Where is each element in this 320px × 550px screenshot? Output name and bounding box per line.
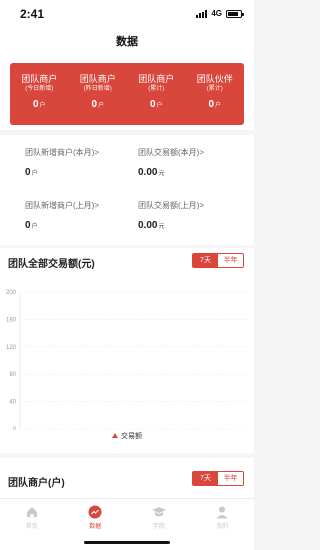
summary-value-wrap: 0户 bbox=[127, 99, 186, 110]
summary-sub: (累计) bbox=[148, 86, 165, 92]
transaction-section-title: 团队全部交易额(元) bbox=[8, 259, 95, 270]
summary-partners-total: 团队伙伴 (累计) 0户 bbox=[186, 63, 245, 125]
stat-value: 0.00 bbox=[138, 220, 158, 231]
summary-value: 0 bbox=[91, 99, 98, 110]
summary-value-wrap: 0户 bbox=[10, 99, 69, 110]
stat-month-transactions[interactable]: 团队交易额(本月)> 0.00元 bbox=[138, 147, 248, 178]
summary-sub: (累计) bbox=[206, 86, 223, 92]
stat-value: 0.00 bbox=[138, 167, 158, 178]
stat-month-new-merchants[interactable]: 团队新增商户(本月)> 0户 bbox=[25, 147, 135, 178]
stat-label: 团队交易额(上月)> bbox=[138, 201, 204, 210]
chart-legend: 交易额 bbox=[0, 431, 254, 441]
summary-sub: (昨日新增) bbox=[83, 86, 112, 92]
y-tick-label: 0 bbox=[13, 427, 17, 430]
tab-label: 学院 bbox=[152, 524, 165, 530]
status-bar: 2:41 4G bbox=[0, 0, 254, 30]
bottom-tab-bar: 首页 数据 学院 我的 bbox=[0, 498, 254, 550]
y-tick-label: 120 bbox=[6, 345, 17, 351]
stat-value: 0 bbox=[25, 167, 31, 178]
summary-panel: 团队商户 (今日新增) 0户 团队商户 (昨日新增) 0户 团队商户 (累计) … bbox=[0, 55, 254, 130]
tab-label: 首页 bbox=[25, 524, 38, 530]
y-tick-label: 160 bbox=[6, 317, 17, 323]
transaction-chart-section: 团队全部交易额(元) 7天 半年 0 40 80 120 160 200 交易额 bbox=[0, 248, 254, 453]
stat-last-month-new-merchants[interactable]: 团队新增商户(上月)> 0户 bbox=[25, 200, 135, 231]
toggle-7days[interactable]: 7天 bbox=[193, 472, 218, 485]
home-indicator bbox=[84, 541, 170, 544]
home-icon bbox=[0, 505, 64, 519]
stat-value-wrap: 0.00元 bbox=[138, 220, 248, 231]
merchant-section-title: 团队商户(户) bbox=[8, 478, 65, 489]
tab-home[interactable]: 首页 bbox=[0, 499, 64, 550]
merchant-period-toggle: 7天 半年 bbox=[192, 471, 244, 486]
legend-series-label: 交易额 bbox=[121, 433, 142, 440]
stat-value-wrap: 0户 bbox=[25, 167, 135, 178]
summary-merchants-total: 团队商户 (累计) 0户 bbox=[127, 63, 186, 125]
stat-label: 团队新增商户(上月)> bbox=[25, 201, 99, 210]
summary-unit: 户 bbox=[98, 103, 105, 109]
y-tick-label: 40 bbox=[9, 400, 16, 406]
summary-card: 团队商户 (今日新增) 0户 团队商户 (昨日新增) 0户 团队商户 (累计) … bbox=[10, 63, 244, 125]
transaction-chart: 0 40 80 120 160 200 bbox=[6, 290, 246, 430]
summary-today-new: 团队商户 (今日新增) 0户 bbox=[10, 63, 69, 125]
status-indicators: 4G bbox=[196, 9, 244, 18]
summary-unit: 户 bbox=[215, 103, 222, 109]
user-icon bbox=[191, 505, 255, 519]
stat-unit: 元 bbox=[158, 224, 165, 230]
status-time: 2:41 bbox=[20, 7, 45, 21]
tab-label: 我的 bbox=[216, 524, 229, 530]
page-title: 数据 bbox=[116, 36, 138, 48]
summary-unit: 户 bbox=[156, 103, 163, 109]
summary-value: 0 bbox=[208, 99, 215, 110]
stat-last-month-transactions[interactable]: 团队交易额(上月)> 0.00元 bbox=[138, 200, 248, 231]
stats-panel: 团队新增商户(本月)> 0户 团队交易额(本月)> 0.00元 团队新增商户(上… bbox=[0, 135, 254, 245]
legend-triangle-icon bbox=[112, 433, 118, 438]
summary-yesterday-new: 团队商户 (昨日新增) 0户 bbox=[69, 63, 128, 125]
summary-label: 团队伙伴 bbox=[196, 74, 233, 84]
page-header: 数据 bbox=[0, 30, 254, 55]
stat-value: 0 bbox=[25, 220, 31, 231]
trend-icon bbox=[64, 505, 128, 519]
toggle-7days[interactable]: 7天 bbox=[193, 254, 218, 267]
stat-value-wrap: 0户 bbox=[25, 220, 135, 231]
summary-label: 团队商户 bbox=[21, 74, 58, 84]
network-label: 4G bbox=[211, 9, 222, 18]
tab-mine[interactable]: 我的 bbox=[191, 499, 255, 550]
toggle-half-year[interactable]: 半年 bbox=[218, 254, 243, 267]
stat-value-wrap: 0.00元 bbox=[138, 167, 248, 178]
stat-label: 团队交易额(本月)> bbox=[138, 148, 204, 157]
summary-value: 0 bbox=[32, 99, 39, 110]
summary-value-wrap: 0户 bbox=[69, 99, 128, 110]
stat-unit: 元 bbox=[158, 171, 165, 177]
graduation-cap-icon bbox=[127, 505, 191, 519]
summary-sub: (今日新增) bbox=[25, 86, 54, 92]
merchant-chart-section: 团队商户(户) 7天 半年 bbox=[0, 458, 254, 498]
summary-label: 团队商户 bbox=[138, 74, 175, 84]
stat-unit: 户 bbox=[31, 224, 38, 230]
tab-label: 数据 bbox=[89, 524, 102, 530]
battery-icon bbox=[226, 9, 244, 18]
y-tick-label: 80 bbox=[9, 372, 16, 378]
summary-value-wrap: 0户 bbox=[186, 99, 245, 110]
stat-unit: 户 bbox=[31, 171, 38, 177]
toggle-half-year[interactable]: 半年 bbox=[218, 472, 243, 485]
signal-icon bbox=[196, 9, 208, 18]
summary-value: 0 bbox=[149, 99, 156, 110]
summary-label: 团队商户 bbox=[79, 74, 116, 84]
summary-unit: 户 bbox=[39, 103, 46, 109]
y-tick-label: 200 bbox=[6, 290, 17, 296]
stat-label: 团队新增商户(本月)> bbox=[25, 148, 99, 157]
transaction-period-toggle: 7天 半年 bbox=[192, 253, 244, 268]
